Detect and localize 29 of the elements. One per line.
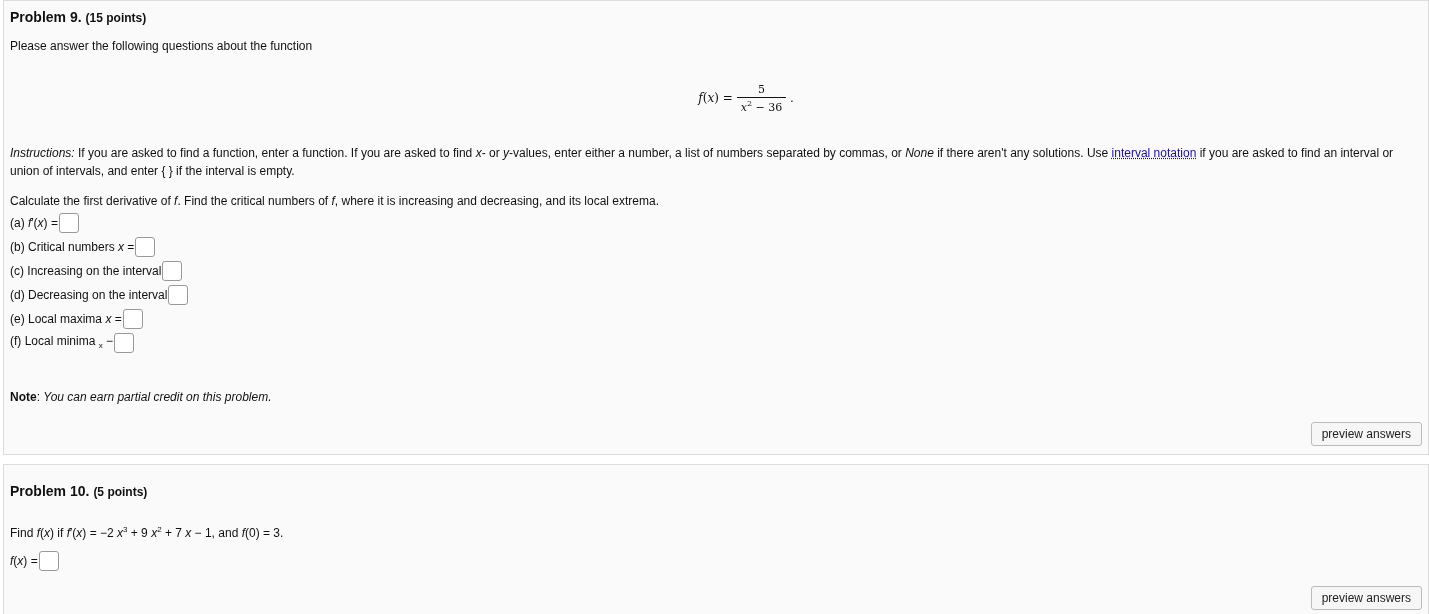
answer-label: (a) f′(x) = xyxy=(10,215,58,230)
problem-points: (15 points) xyxy=(85,11,147,25)
answer-label: (e) Local maxima x = xyxy=(10,311,122,326)
formula-lhs: f(x) = xyxy=(698,91,733,106)
answer-label: (f) Local minima $_{x}$ − xyxy=(10,334,114,351)
problem-title: Problem 9. xyxy=(10,9,82,25)
intro-text: Please answer the following questions about the function xyxy=(10,38,314,55)
note-text: Note: You can earn partial credit on this problem. xyxy=(10,389,273,404)
answer-field[interactable] xyxy=(58,212,79,233)
answer-field[interactable] xyxy=(122,308,143,329)
formula-period: . xyxy=(790,91,794,106)
answer-label: (b) Critical numbers x = xyxy=(10,239,135,254)
interval-notation-link[interactable]: interval notation xyxy=(1111,145,1197,160)
fraction: 5 x$^{2}$ − 36 xyxy=(736,83,787,114)
instructions-text: Instructions: If you are asked to find a function, enter a function. If you are asked to find x- or y-values, enter either a number, a list of numbers separated by commas, or None if there aren't any solutions. Use interval notation if you are asked to find an interval or union of intervals, and enter { } if the interval is empty. xyxy=(10,144,1395,180)
answer-field[interactable] xyxy=(114,332,135,353)
answer-field[interactable] xyxy=(162,260,183,281)
problem-title: Problem 10. xyxy=(10,482,90,499)
preview-answers-button[interactable]: preview answers xyxy=(1310,585,1422,610)
answer-label: (c) Increasing on the interval xyxy=(10,263,162,278)
question-text: Calculate the first derivative of f. Find the critical numbers of f, where it is increasing and decreasing, and its local extrema. xyxy=(10,192,660,210)
answer-field[interactable] xyxy=(38,550,59,571)
answer-label: (d) Decreasing on the interval xyxy=(10,287,168,302)
preview-answers-button[interactable]: preview answers xyxy=(1310,421,1422,446)
answer-field[interactable] xyxy=(168,284,189,305)
answer-label: f(x) = xyxy=(10,553,38,568)
problem-points: (5 points) xyxy=(93,484,148,499)
question-text: Find f(x) if f′(x) = −2 x$^{3}$ + 9 x$^{2}$ + 7 x − 1, and f(0) = 3. xyxy=(10,523,285,542)
answer-field[interactable] xyxy=(135,236,156,257)
